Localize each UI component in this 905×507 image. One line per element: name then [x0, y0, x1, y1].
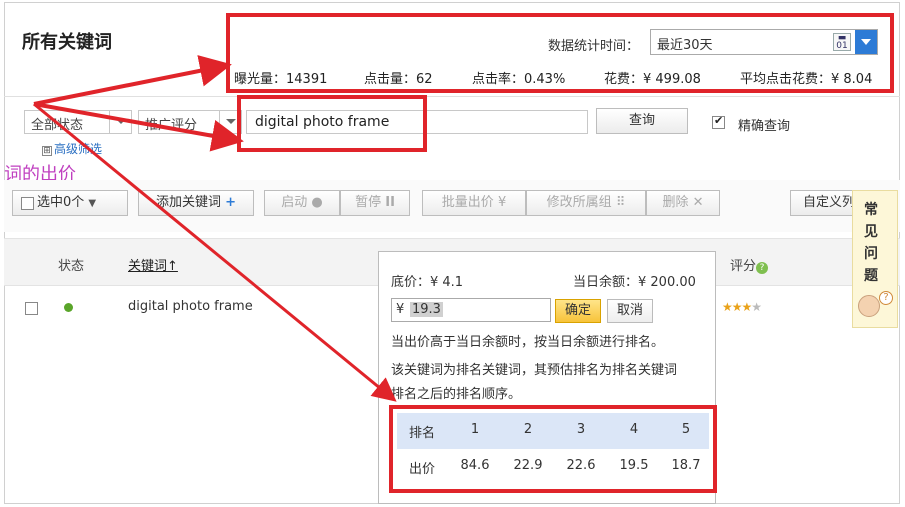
arrow-to-search [33, 102, 244, 152]
annotation-arrows [33, 55, 397, 402]
arrow-to-rank-table [33, 102, 397, 402]
arrow-to-stats [33, 55, 232, 106]
